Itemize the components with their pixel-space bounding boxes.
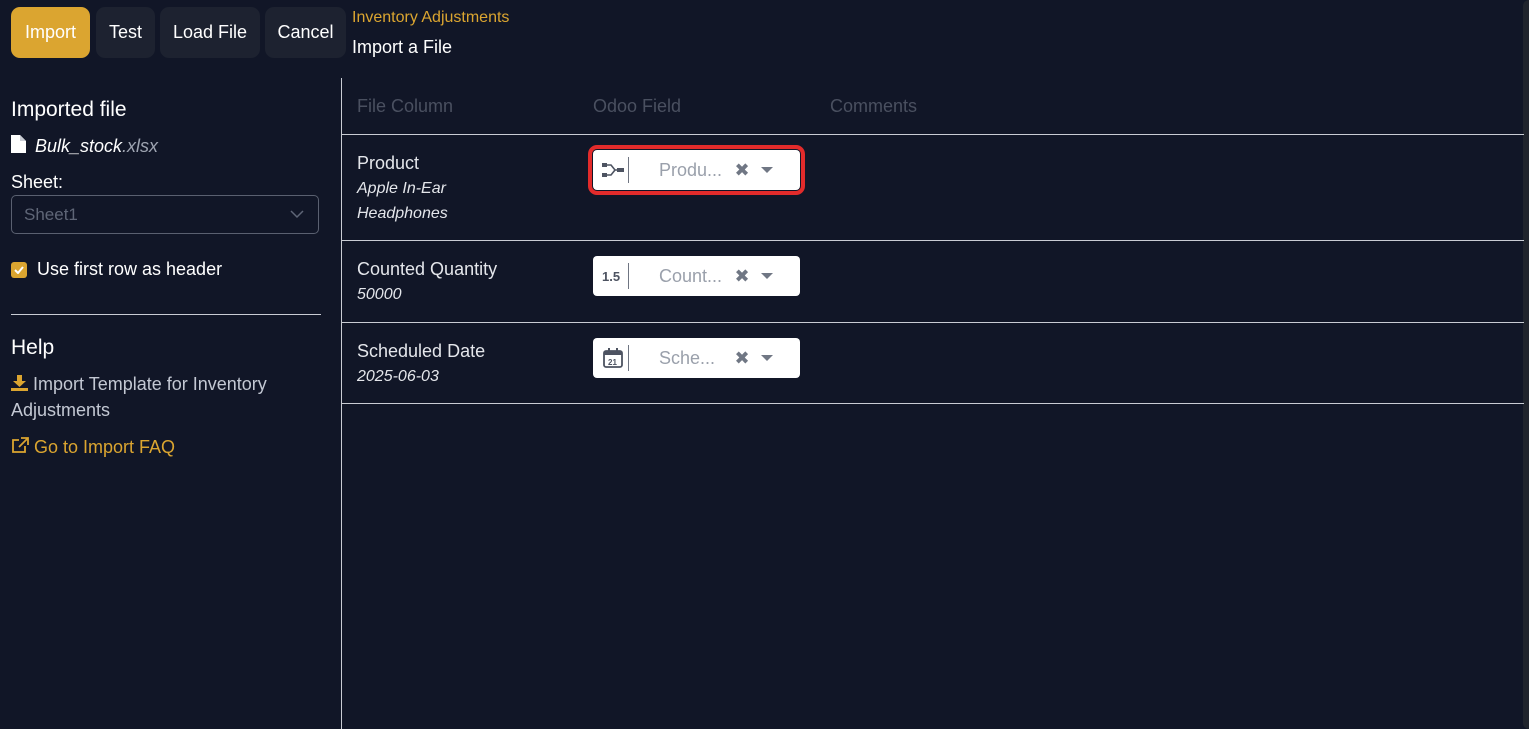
header-odoo-field: Odoo Field xyxy=(593,96,682,116)
caret-down-icon[interactable] xyxy=(761,167,773,173)
file-ext-text: .xlsx xyxy=(122,136,159,156)
sheet-select-value: Sheet1 xyxy=(24,204,78,224)
import-sidebar: Imported file Bulk_stock .xlsx Sheet: She… xyxy=(0,78,341,729)
import-template-link-text: Import Template for Inventory Adjustment… xyxy=(11,374,267,420)
sheet-label: Sheet: xyxy=(11,172,64,192)
scheduled-date-field-select[interactable]: 21 Sche... ✖ xyxy=(593,338,800,378)
breadcrumb: Inventory Adjustments Import a File xyxy=(352,9,509,58)
imported-file-title: Imported file xyxy=(11,98,127,121)
help-title: Help xyxy=(11,336,55,359)
caret-down-icon[interactable] xyxy=(761,355,773,361)
breadcrumb-current: Import a File xyxy=(352,37,453,57)
header-file-column: File Column xyxy=(357,96,454,116)
file-name-text: Bulk_stock xyxy=(35,136,123,156)
product-field-value: Produ... xyxy=(659,159,723,180)
header-divider xyxy=(342,134,1524,135)
row-product-label: Product xyxy=(357,153,420,173)
import-faq-link[interactable]: Go to Import FAQ xyxy=(11,434,175,460)
row-product-sample: Apple In-Ear Headphones xyxy=(357,180,448,222)
row-divider xyxy=(342,322,1524,323)
check-icon xyxy=(14,265,24,274)
clear-icon[interactable]: ✖ xyxy=(731,160,753,181)
load-file-button[interactable]: Load File xyxy=(160,7,260,58)
breadcrumb-parent-link[interactable]: Inventory Adjustments xyxy=(352,9,509,27)
header-comments: Comments xyxy=(830,96,918,116)
cancel-button[interactable]: Cancel xyxy=(265,7,346,58)
product-field-select[interactable]: Produ... ✖ xyxy=(588,145,805,195)
field-mapping-table: File Column Odoo Field Comments Product … xyxy=(342,78,1524,729)
svg-text:1.5: 1.5 xyxy=(602,269,620,284)
file-icon xyxy=(11,135,26,158)
use-header-label: Use first row as header xyxy=(37,259,223,279)
counted-quantity-field-select[interactable]: 1.5 Count... ✖ xyxy=(593,256,800,296)
import-template-link[interactable]: Import Template for Inventory Adjustment… xyxy=(11,371,311,423)
calendar-icon: 21 xyxy=(598,345,629,371)
imported-file-name: Bulk_stock .xlsx xyxy=(11,135,158,158)
chevron-down-icon xyxy=(290,206,304,224)
caret-down-icon[interactable] xyxy=(761,273,773,279)
row-scheduled-date-label: Scheduled Date xyxy=(357,341,486,361)
counted-quantity-field-value: Count... xyxy=(659,265,723,286)
row-counted-quantity-sample: 50000 xyxy=(357,286,402,303)
float-icon: 1.5 xyxy=(598,263,629,289)
use-header-checkbox[interactable] xyxy=(11,261,27,278)
row-counted-quantity-label: Counted Quantity xyxy=(357,259,498,279)
row-divider xyxy=(342,240,1524,241)
test-button[interactable]: Test xyxy=(96,7,155,58)
clear-icon[interactable]: ✖ xyxy=(731,348,753,369)
download-icon xyxy=(11,374,33,394)
import-faq-link-text: Go to Import FAQ xyxy=(34,437,176,457)
row-scheduled-date-sample: 2025-06-03 xyxy=(357,368,439,385)
scheduled-date-field-value: Sche... xyxy=(659,347,716,368)
sheet-select[interactable]: Sheet1 xyxy=(11,195,319,234)
external-link-icon xyxy=(11,437,34,457)
row-divider xyxy=(342,403,1524,404)
clear-icon[interactable]: ✖ xyxy=(731,266,753,287)
use-header-checkbox-row[interactable]: Use first row as header xyxy=(11,259,222,280)
svg-text:21: 21 xyxy=(608,358,617,367)
control-panel: Import Test Load File Cancel Inventory A… xyxy=(0,0,1520,66)
many2one-icon xyxy=(598,157,629,183)
sidebar-divider xyxy=(11,314,321,315)
import-button[interactable]: Import xyxy=(11,7,90,58)
